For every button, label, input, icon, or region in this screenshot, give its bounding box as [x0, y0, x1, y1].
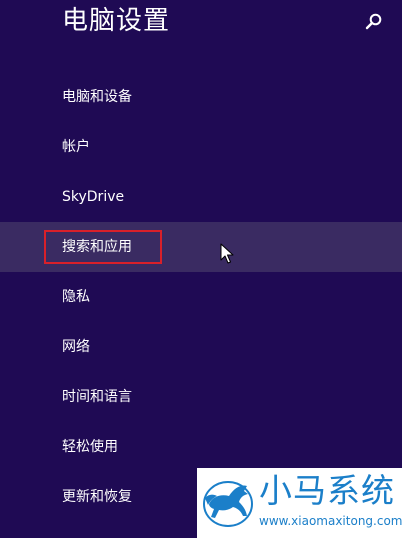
- watermark-brand-name: 小马系统: [259, 471, 395, 510]
- nav-item-privacy[interactable]: 隐私: [0, 272, 402, 322]
- watermark-url: www.xiaomaxitong.com: [259, 514, 402, 528]
- nav-item-label: 帐户: [62, 139, 90, 155]
- nav-item-label: 轻松使用: [62, 439, 118, 455]
- nav-item-ease-of-access[interactable]: 轻松使用: [0, 422, 402, 472]
- nav-item-network[interactable]: 网络: [0, 322, 402, 372]
- nav-item-pc-and-devices[interactable]: 电脑和设备: [0, 72, 402, 122]
- watermark: 小马系统 www.xiaomaxitong.com: [197, 468, 402, 538]
- nav-item-skydrive[interactable]: SkyDrive: [0, 172, 402, 222]
- nav-item-time-and-language[interactable]: 时间和语言: [0, 372, 402, 422]
- search-icon: [365, 13, 382, 30]
- nav-item-label: 更新和恢复: [62, 489, 132, 505]
- nav-item-label: 搜索和应用: [62, 239, 132, 255]
- nav-item-accounts[interactable]: 帐户: [0, 122, 402, 172]
- horse-logo-icon: [203, 481, 253, 527]
- nav-item-search-and-apps[interactable]: 搜索和应用: [0, 222, 402, 272]
- nav-item-label: 时间和语言: [62, 389, 132, 405]
- nav-item-label: SkyDrive: [62, 189, 125, 205]
- nav-item-label: 网络: [62, 339, 90, 355]
- nav-item-label: 隐私: [62, 289, 90, 305]
- nav-item-label: 电脑和设备: [62, 89, 132, 105]
- page-title: 电脑设置: [62, 6, 171, 36]
- settings-nav: 电脑和设备 帐户 SkyDrive 搜索和应用 隐私 网络 时间和语言 轻松使用…: [0, 72, 402, 522]
- search-button[interactable]: [364, 11, 384, 31]
- mouse-cursor-icon: [220, 243, 234, 265]
